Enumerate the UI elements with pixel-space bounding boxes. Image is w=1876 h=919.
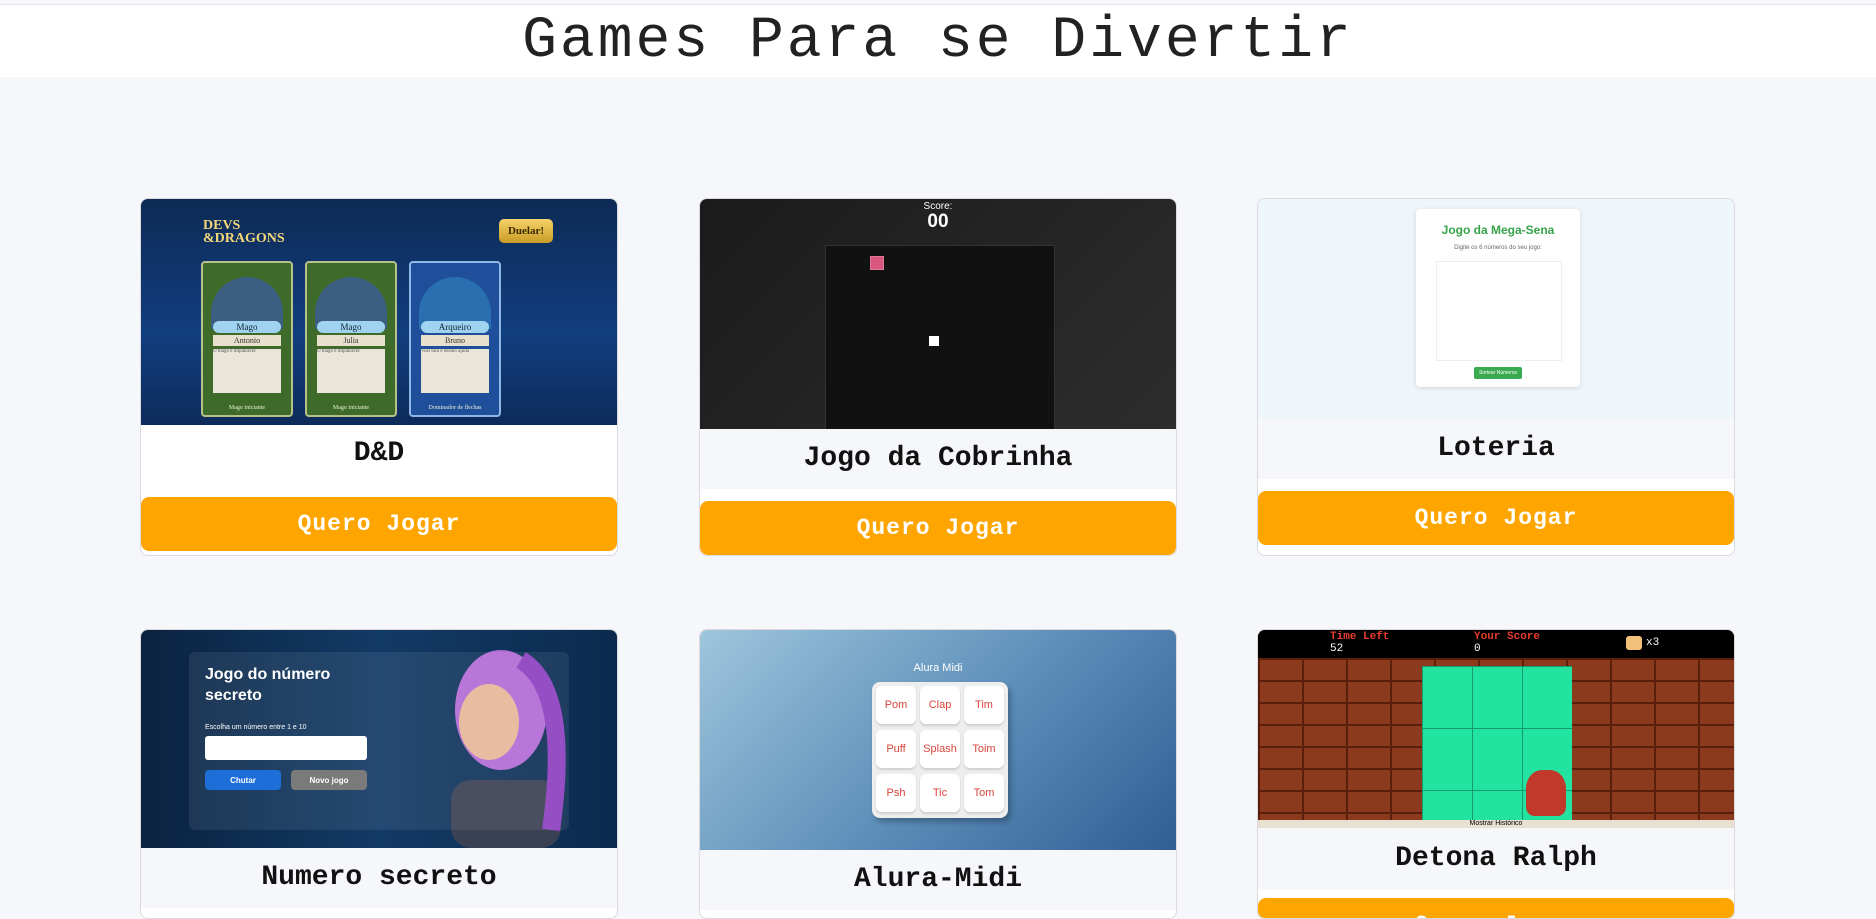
- game-title: Jogo da Cobrinha: [700, 429, 1176, 489]
- midi-key[interactable]: Tom: [964, 774, 1004, 812]
- game-card-numero-secreto: Jogo do número secreto Escolha um número…: [140, 629, 618, 919]
- draw-button[interactable]: Sortear Números: [1474, 367, 1522, 379]
- midi-key[interactable]: Puff: [876, 730, 916, 768]
- hero-text: Voei tum é ensino ajuda: [421, 349, 489, 393]
- snake-preview[interactable]: Score: 00: [700, 199, 1176, 429]
- guess-input[interactable]: [205, 736, 367, 760]
- hero-text: O mago é implacável: [213, 349, 281, 393]
- snake-head: [929, 336, 939, 346]
- snake-board: [825, 245, 1055, 429]
- loteria-preview[interactable]: Jogo da Mega-Sena Digite os 6 números do…: [1258, 199, 1734, 419]
- hero-name: Antonio: [213, 335, 281, 346]
- hero-footer: Dominador de flechas: [428, 405, 482, 411]
- game-title: Alura-Midi: [700, 850, 1176, 910]
- dnd-logo: DEVS &DRAGONS: [203, 218, 285, 246]
- score-value: 00: [927, 211, 949, 232]
- numero-secreto-preview[interactable]: Jogo do número secreto Escolha um número…: [141, 630, 617, 848]
- game-card-loteria: Jogo da Mega-Sena Digite os 6 números do…: [1257, 198, 1735, 556]
- game-card-alura-midi: Alura Midi Pom Clap Tim Puff Splash Toim…: [699, 629, 1177, 919]
- loteria-heading: Jogo da Mega-Sena: [1441, 223, 1555, 237]
- game-card-detona-ralph: Time Left 52 Your Score 0 x3 Mostrar His…: [1257, 629, 1735, 919]
- midi-key[interactable]: Toim: [964, 730, 1004, 768]
- midi-key[interactable]: Clap: [920, 686, 960, 724]
- hero-footer: Mago iniciante: [332, 405, 370, 411]
- game-title: Loteria: [1258, 419, 1734, 479]
- numbers-box: [1436, 261, 1562, 361]
- play-button-detona-ralph[interactable]: Quero Jogar: [1258, 898, 1734, 918]
- ralph-sprite-icon: [1526, 770, 1566, 816]
- alura-midi-preview[interactable]: Alura Midi Pom Clap Tim Puff Splash Toim…: [700, 630, 1176, 850]
- midi-pad: Pom Clap Tim Puff Splash Toim Psh Tic To…: [872, 682, 1008, 818]
- duel-button[interactable]: Duelar!: [499, 219, 553, 243]
- hero-card: Mago Antonio O mago é implacável Mago in…: [201, 261, 293, 417]
- hero-class: Mago: [213, 321, 281, 333]
- play-button-dnd[interactable]: Quero Jogar: [141, 497, 617, 551]
- history-link[interactable]: Mostrar Histórico: [1258, 820, 1734, 828]
- time-left-label: Time Left: [1330, 631, 1390, 643]
- new-game-button[interactable]: Novo jogo: [291, 770, 367, 790]
- hero-card: Arqueiro Bruno Voei tum é ensino ajuda D…: [409, 261, 501, 417]
- hero-name: Bruno: [421, 335, 489, 346]
- detona-ralph-preview[interactable]: Time Left 52 Your Score 0 x3 Mostrar His…: [1258, 630, 1734, 828]
- guess-button[interactable]: Chutar: [205, 770, 281, 790]
- loteria-panel: Jogo da Mega-Sena Digite os 6 números do…: [1416, 209, 1580, 387]
- food-block: [870, 256, 884, 270]
- loteria-subtitle: Digite os 6 números do seu jogo:: [1454, 245, 1542, 251]
- midi-heading: Alura Midi: [913, 662, 963, 674]
- score-value: 0: [1474, 643, 1481, 655]
- midi-key[interactable]: Splash: [920, 730, 960, 768]
- page-title: Games Para se Divertir: [522, 8, 1354, 74]
- hero-class: Mago: [317, 321, 385, 333]
- game-title: D&D: [141, 425, 617, 483]
- midi-key[interactable]: Psh: [876, 774, 916, 812]
- lives-count: x3: [1646, 637, 1660, 649]
- midi-key[interactable]: Pom: [876, 686, 916, 724]
- hero-card: Mago Julia O mago é implacável Mago inic…: [305, 261, 397, 417]
- hero-footer: Mago iniciante: [228, 405, 266, 411]
- midi-key[interactable]: Tim: [964, 686, 1004, 724]
- hero-name: Julia: [317, 335, 385, 346]
- secret-label: Escolha um número entre 1 e 10: [205, 724, 307, 731]
- play-button-loteria[interactable]: Quero Jogar: [1258, 491, 1734, 545]
- time-left-value: 52: [1330, 643, 1344, 655]
- score-label: Your Score: [1474, 631, 1541, 643]
- dnd-preview[interactable]: DEVS &DRAGONS Duelar! Mago Antonio O mag…: [141, 199, 617, 425]
- game-title: Numero secreto: [141, 848, 617, 908]
- secret-heading: Jogo do número secreto: [205, 666, 331, 704]
- ralph-face-icon: [1626, 636, 1642, 650]
- hero-class: Arqueiro: [421, 321, 489, 333]
- play-button-snake[interactable]: Quero Jogar: [700, 501, 1176, 555]
- game-card-dnd: DEVS &DRAGONS Duelar! Mago Antonio O mag…: [140, 198, 618, 556]
- game-card-snake: Score: 00 Jogo da Cobrinha Quero Jogar: [699, 198, 1177, 556]
- midi-key[interactable]: Tic: [920, 774, 960, 812]
- page-header: Games Para se Divertir: [0, 4, 1876, 77]
- hero-text: O mago é implacável: [317, 349, 385, 393]
- game-title: Detona Ralph: [1258, 828, 1734, 890]
